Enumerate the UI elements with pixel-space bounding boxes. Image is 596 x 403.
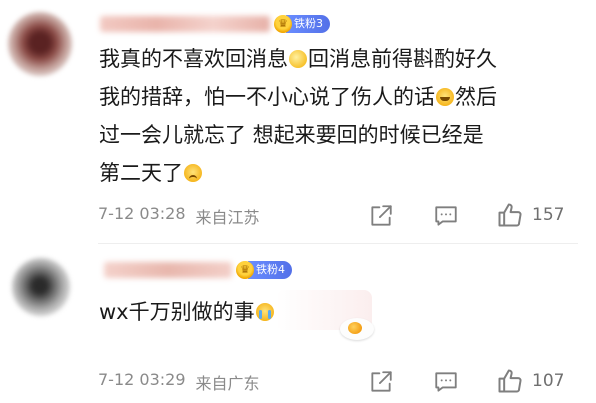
laugh-emoji-icon [436, 88, 454, 106]
crown-icon: ♛ [274, 15, 292, 33]
username[interactable] [100, 16, 270, 32]
username[interactable] [104, 262, 232, 278]
sad-emoji-icon [184, 164, 202, 182]
applause-emoji-icon [289, 50, 307, 68]
fan-badge-label: 铁粉4 [248, 261, 292, 279]
fan-badge[interactable]: ♛ 铁粉4 [236, 260, 292, 280]
comment-date: 7-12 03:29 [98, 370, 186, 389]
comment-icon [435, 372, 457, 392]
like-icon [498, 369, 522, 393]
fan-badge[interactable]: ♛ 铁粉3 [274, 14, 330, 34]
comment-text-segment: 我的措辞，怕一不小心说了伤人的话 [99, 85, 435, 109]
comment-text: wx千万别做的事 [99, 293, 275, 331]
comment-text-segment: 第二天了 [99, 161, 183, 185]
comment-text: 我真的不喜欢回消息 回消息前得斟酌好久我的措辞，怕一不小心说了伤人的话 然后过一会儿… [99, 40, 497, 192]
comment-location: 来自江苏 [195, 208, 260, 227]
comment-text-segment: wx千万别做的事 [99, 300, 255, 324]
egg-sticker-icon [340, 318, 374, 340]
crown-icon: ♛ [236, 261, 254, 279]
share-button[interactable] [368, 369, 394, 395]
avatar[interactable] [12, 258, 70, 316]
comment-text-segment: 然后 [455, 85, 497, 109]
share-button[interactable] [368, 203, 394, 229]
like-count: 107 [532, 371, 565, 391]
comment-meta: 7-12 03:29 来自广东 [98, 370, 260, 394]
comment-text-segment: 回消息前得斟酌好久 [308, 47, 497, 71]
crying-emoji-icon [255, 303, 274, 321]
comment-text-segment: 过一会儿就忘了 想起来要回的时候已经是 [99, 123, 484, 147]
comment-location: 来自广东 [195, 374, 260, 393]
comment-icon [435, 206, 457, 226]
like-count: 157 [532, 205, 565, 225]
comment-text-segment: 我真的不喜欢回消息 [99, 47, 288, 71]
comment-button[interactable] [433, 203, 459, 229]
avatar[interactable] [8, 12, 72, 76]
comment-meta: 7-12 03:28 来自江苏 [98, 204, 260, 228]
like-button[interactable]: 107 [496, 367, 564, 395]
comment-date: 7-12 03:28 [98, 204, 186, 223]
comment-divider [98, 243, 578, 244]
like-button[interactable]: 157 [496, 201, 564, 229]
share-icon [371, 371, 392, 392]
share-icon [371, 205, 392, 226]
fan-badge-label: 铁粉3 [286, 15, 330, 33]
comment-button[interactable] [433, 369, 459, 395]
like-icon [498, 203, 522, 227]
